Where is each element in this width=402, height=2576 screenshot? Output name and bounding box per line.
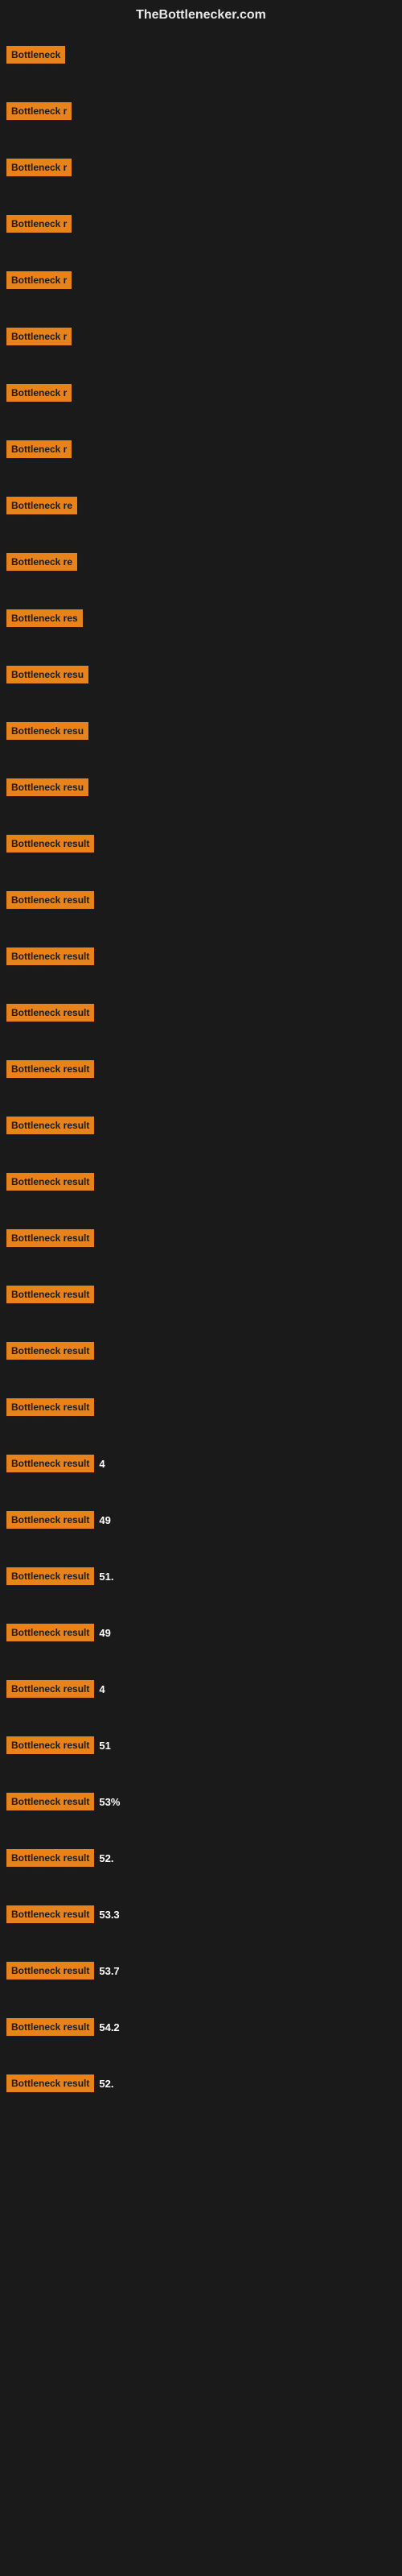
bottleneck-label: Bottleneck result: [6, 1117, 94, 1134]
bottleneck-value: 52.: [99, 1852, 113, 1864]
table-row: Bottleneck result 49: [0, 1604, 402, 1661]
bottleneck-label: Bottleneck resu: [6, 778, 88, 796]
bottleneck-label: Bottleneck r: [6, 384, 72, 402]
table-row: Bottleneck result: [0, 1097, 402, 1154]
bottleneck-label: Bottleneck result: [6, 1793, 94, 1810]
table-row: Bottleneck result 4: [0, 1661, 402, 1717]
table-row: Bottleneck result: [0, 1154, 402, 1210]
bottleneck-value: 49: [99, 1514, 110, 1526]
bottleneck-label: Bottleneck result: [6, 1736, 94, 1754]
bottleneck-label: Bottleneck result: [6, 947, 94, 965]
bottleneck-label: Bottleneck result: [6, 891, 94, 909]
table-row: Bottleneck: [0, 27, 402, 83]
table-row: Bottleneck r: [0, 421, 402, 477]
bottleneck-label: Bottleneck result: [6, 835, 94, 852]
table-row: Bottleneck result 51.: [0, 1548, 402, 1604]
table-row: Bottleneck r: [0, 83, 402, 139]
bottleneck-label: Bottleneck resu: [6, 722, 88, 740]
bottleneck-label: Bottleneck result: [6, 1962, 94, 1979]
bottleneck-label: Bottleneck r: [6, 159, 72, 176]
bottleneck-label: Bottleneck r: [6, 102, 72, 120]
table-row: Bottleneck resu: [0, 703, 402, 759]
table-row: Bottleneck res: [0, 590, 402, 646]
bottleneck-label: Bottleneck r: [6, 440, 72, 458]
bottleneck-label: Bottleneck result: [6, 1342, 94, 1360]
bottleneck-label: Bottleneck result: [6, 1680, 94, 1698]
table-row: Bottleneck result: [0, 1323, 402, 1379]
bottleneck-value: 53%: [99, 1796, 120, 1808]
bottleneck-label: Bottleneck result: [6, 1905, 94, 1923]
bottleneck-label: Bottleneck result: [6, 1004, 94, 1022]
bottleneck-label: Bottleneck result: [6, 1455, 94, 1472]
bottleneck-value: 53.7: [99, 1965, 119, 1977]
table-row: Bottleneck result 49: [0, 1492, 402, 1548]
bottleneck-value: 54.2: [99, 2021, 119, 2033]
bottleneck-label: Bottleneck result: [6, 2018, 94, 2036]
table-row: Bottleneck result: [0, 872, 402, 928]
table-row: Bottleneck resu: [0, 759, 402, 815]
table-row: Bottleneck result: [0, 1266, 402, 1323]
bottleneck-label: Bottleneck result: [6, 1173, 94, 1191]
bottleneck-value: 53.3: [99, 1909, 119, 1921]
bottleneck-value: 49: [99, 1627, 110, 1639]
bottleneck-value: 4: [99, 1683, 105, 1695]
table-row: Bottleneck resu: [0, 646, 402, 703]
table-row: Bottleneck r: [0, 196, 402, 252]
table-row: Bottleneck r: [0, 365, 402, 421]
table-row: Bottleneck result: [0, 1379, 402, 1435]
bottleneck-label: Bottleneck result: [6, 1849, 94, 1867]
bottleneck-value: 52.: [99, 2078, 113, 2090]
table-row: Bottleneck result: [0, 1041, 402, 1097]
bottleneck-label: Bottleneck res: [6, 609, 83, 627]
site-title: TheBottlenecker.com: [0, 0, 402, 27]
bottleneck-label: Bottleneck re: [6, 497, 77, 514]
table-row: Bottleneck r: [0, 308, 402, 365]
bottleneck-label: Bottleneck result: [6, 1567, 94, 1585]
bottleneck-label: Bottleneck r: [6, 215, 72, 233]
table-row: Bottleneck re: [0, 477, 402, 534]
table-row: Bottleneck result: [0, 985, 402, 1041]
rows-container: Bottleneck Bottleneck r Bottleneck r Bottle…: [0, 27, 402, 2112]
table-row: Bottleneck result 51: [0, 1717, 402, 1773]
table-row: Bottleneck result 54.2: [0, 1999, 402, 2055]
table-row: Bottleneck result 52.: [0, 2055, 402, 2112]
bottleneck-value: 4: [99, 1458, 105, 1470]
table-row: Bottleneck r: [0, 139, 402, 196]
bottleneck-label: Bottleneck result: [6, 1229, 94, 1247]
table-row: Bottleneck result 53.3: [0, 1886, 402, 1942]
table-row: Bottleneck re: [0, 534, 402, 590]
header: TheBottlenecker.com: [0, 0, 402, 27]
table-row: Bottleneck result 53%: [0, 1773, 402, 1830]
table-row: Bottleneck r: [0, 252, 402, 308]
table-row: Bottleneck result 53.7: [0, 1942, 402, 1999]
table-row: Bottleneck result 52.: [0, 1830, 402, 1886]
table-row: Bottleneck result: [0, 815, 402, 872]
bottleneck-label: Bottleneck result: [6, 1511, 94, 1529]
bottleneck-value: 51: [99, 1740, 110, 1752]
bottleneck-label: Bottleneck r: [6, 271, 72, 289]
table-row: Bottleneck result: [0, 1210, 402, 1266]
bottleneck-label: Bottleneck re: [6, 553, 77, 571]
bottleneck-label: Bottleneck: [6, 46, 65, 64]
bottleneck-label: Bottleneck r: [6, 328, 72, 345]
bottleneck-label: Bottleneck result: [6, 1398, 94, 1416]
table-row: Bottleneck result: [0, 928, 402, 985]
bottleneck-label: Bottleneck resu: [6, 666, 88, 683]
bottleneck-label: Bottleneck result: [6, 2074, 94, 2092]
bottleneck-label: Bottleneck result: [6, 1060, 94, 1078]
bottleneck-label: Bottleneck result: [6, 1286, 94, 1303]
table-row: Bottleneck result 4: [0, 1435, 402, 1492]
bottleneck-label: Bottleneck result: [6, 1624, 94, 1641]
bottleneck-value: 51.: [99, 1571, 113, 1583]
